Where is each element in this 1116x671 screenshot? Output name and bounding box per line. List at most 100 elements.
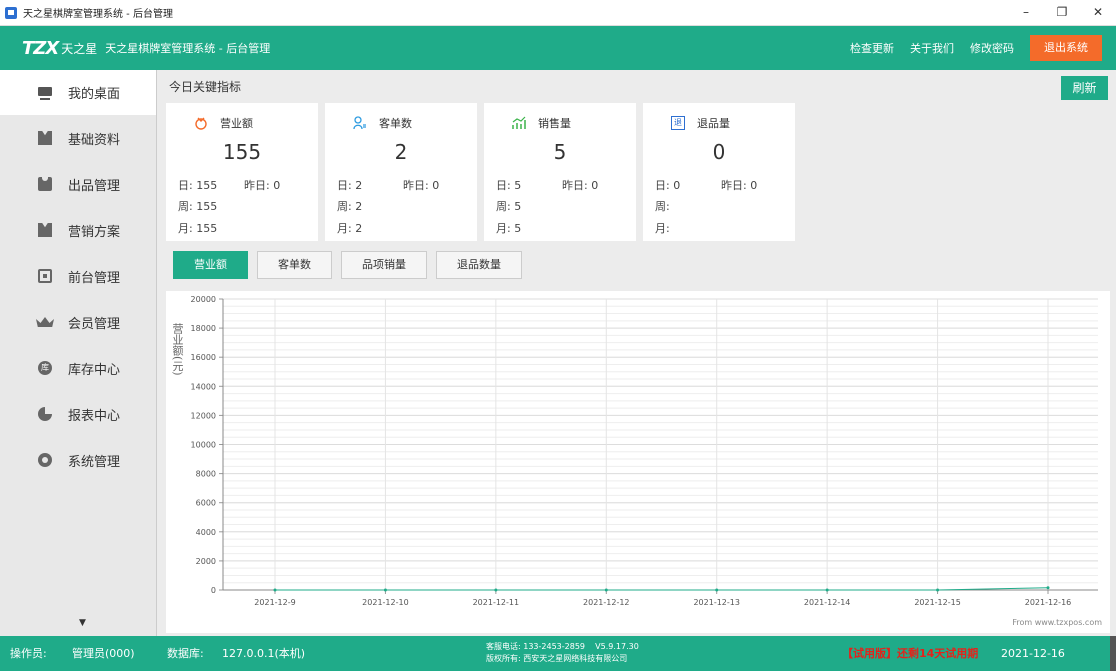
chart-svg: 0 2000 4000 6000 8000 10000 12000 14000 16000 180… [191, 295, 1098, 607]
kpi-day: 0 [673, 179, 681, 192]
kpi-yesterday-label: 昨日: [244, 179, 270, 192]
sidebar-item-label: 报表中心 [68, 408, 121, 424]
resize-handle[interactable] [1110, 636, 1116, 671]
x-tick-label: 2021-12-16 [1025, 598, 1072, 607]
main-panel: 今日关键指标 刷新 营业额 155 日: 155 昨日: 0 周: 155 月:… [157, 70, 1116, 636]
app-icon [5, 6, 17, 19]
monitor-icon [38, 87, 52, 100]
restore-button[interactable]: ❐ [1044, 2, 1080, 22]
kpi-card-returns: 退 退品量 0 日: 0 昨日: 0 周: 月: [643, 103, 795, 241]
sidebar-item-product[interactable]: 出品管理 [0, 161, 156, 207]
kpi-week-label: 周: [655, 200, 670, 213]
revenue-chart: 0 2000 4000 6000 8000 10000 12000 14000 16000 180… [166, 291, 1110, 633]
kpi-yesterday-label: 昨日: [721, 179, 747, 192]
kpi-yesterday: 0 [750, 179, 758, 192]
app-header: TZX 天之星 天之星棋牌室管理系统 - 后台管理 检查更新 关于我们 修改密码… [0, 26, 1116, 70]
sidebar-item-label: 基础资料 [68, 132, 121, 148]
version: V5.9.17.30 [595, 642, 639, 651]
y-tick-label: 6000 [196, 499, 216, 508]
sidebar-item-label: 营销方案 [68, 224, 121, 240]
kpi-week: 2 [355, 200, 363, 213]
x-tick-label: 2021-12-14 [804, 598, 851, 607]
logo: TZX 天之星 [22, 38, 97, 59]
db-label: 数据库: [167, 647, 204, 660]
sidebar-item-basic-data[interactable]: 基础资料 [0, 115, 156, 161]
change-password-link[interactable]: 修改密码 [970, 40, 1014, 56]
tab-item-sales[interactable]: 品项销量 [341, 251, 427, 279]
support-phone: 客服电话: 133-2453-2859 [486, 642, 585, 651]
copyright: 版权所有: 西安天之星网络科技有限公司 [486, 654, 628, 663]
kpi-day: 155 [196, 179, 218, 192]
sidebar-item-inventory[interactable]: 库 库存中心 [0, 345, 156, 391]
x-tick-label: 2021-12-13 [693, 598, 740, 607]
return-icon: 退 [671, 116, 685, 130]
tab-orders[interactable]: 客单数 [257, 251, 332, 279]
sidebar-item-system[interactable]: 系统管理 [0, 437, 156, 483]
kpi-week-label: 周: [337, 200, 352, 213]
chart-tabs: 营业额 客单数 品项销量 退品数量 [173, 251, 531, 279]
sidebar: 我的桌面 基础资料 出品管理 营销方案 前台管理 会员管理 库 库存中心 报表中… [0, 70, 157, 636]
sidebar-item-label: 出品管理 [68, 178, 121, 194]
kpi-week: 5 [514, 200, 522, 213]
y-tick-label: 18000 [191, 324, 216, 333]
box-icon [38, 223, 52, 237]
kpi-month-label: 月: [337, 222, 352, 235]
chevron-down-icon[interactable]: ▼ [79, 618, 86, 628]
x-tick-label: 2021-12-9 [254, 598, 295, 607]
sidebar-item-desktop[interactable]: 我的桌面 [0, 70, 156, 115]
sidebar-item-label: 系统管理 [68, 454, 121, 470]
pie-chart-icon [38, 407, 52, 421]
window-titlebar: 天之星棋牌室管理系统 - 后台管理 – ❐ ✕ [0, 0, 1116, 26]
stock-icon: 库 [38, 361, 52, 375]
data-point [273, 588, 277, 592]
sidebar-item-label: 库存中心 [68, 362, 121, 378]
y-tick-label: 2000 [196, 557, 216, 566]
sidebar-item-marketing[interactable]: 营销方案 [0, 207, 156, 253]
trial-notice: 【试用版】还剩14天试用期 [842, 647, 979, 660]
gear-icon [38, 453, 52, 467]
y-tick-label: 16000 [191, 353, 216, 362]
y-tick-label: 10000 [191, 441, 216, 450]
y-tick-label: 20000 [191, 295, 216, 304]
status-bar: 操作员: 管理员(000) 数据库: 127.0.0.1(本机) 客服电话: 1… [0, 636, 1116, 671]
sidebar-item-members[interactable]: 会员管理 [0, 299, 156, 345]
about-us-link[interactable]: 关于我们 [910, 40, 954, 56]
header-links: 检查更新 关于我们 修改密码 退出系统 [834, 26, 1102, 70]
kpi-label: 客单数 [379, 117, 412, 130]
kpi-month-label: 月: [496, 222, 511, 235]
screen-icon [38, 269, 52, 283]
sidebar-item-reports[interactable]: 报表中心 [0, 391, 156, 437]
kpi-yesterday-label: 昨日: [562, 179, 588, 192]
data-point [1046, 586, 1050, 590]
kpi-month: 155 [196, 222, 218, 235]
crown-icon [36, 317, 54, 327]
kpi-month: 2 [355, 222, 363, 235]
kpi-card-orders: 客单数 2 日: 2 昨日: 0 周: 2 月: 2 [325, 103, 477, 241]
sidebar-item-front-desk[interactable]: 前台管理 [0, 253, 156, 299]
kpi-week-label: 周: [496, 200, 511, 213]
kpi-day: 5 [514, 179, 522, 192]
refresh-button[interactable]: 刷新 [1061, 76, 1108, 100]
kpi-value: 155 [222, 140, 262, 164]
logout-button[interactable]: 退出系统 [1030, 35, 1102, 61]
wallet-icon [195, 117, 207, 130]
user-icon [353, 116, 366, 130]
y-tick-label: 4000 [196, 528, 216, 537]
kpi-week-label: 周: [178, 200, 193, 213]
tab-revenue[interactable]: 营业额 [173, 251, 248, 279]
logo-mark: TZX [22, 37, 59, 59]
kpi-month: 5 [514, 222, 522, 235]
kpi-day-label: 日: [337, 179, 352, 192]
kpi-value: 0 [712, 140, 726, 164]
sidebar-item-label: 我的桌面 [68, 87, 121, 102]
minimize-button[interactable]: – [1008, 2, 1044, 22]
close-button[interactable]: ✕ [1080, 2, 1116, 22]
kpi-value: 2 [394, 140, 408, 164]
tab-returns[interactable]: 退品数量 [436, 251, 522, 279]
series-line [275, 587, 1049, 591]
x-tick-label: 2021-12-11 [473, 598, 520, 607]
data-point [604, 588, 608, 592]
data-point [494, 588, 498, 592]
trend-chart-icon [512, 116, 526, 129]
check-update-link[interactable]: 检查更新 [850, 40, 894, 56]
